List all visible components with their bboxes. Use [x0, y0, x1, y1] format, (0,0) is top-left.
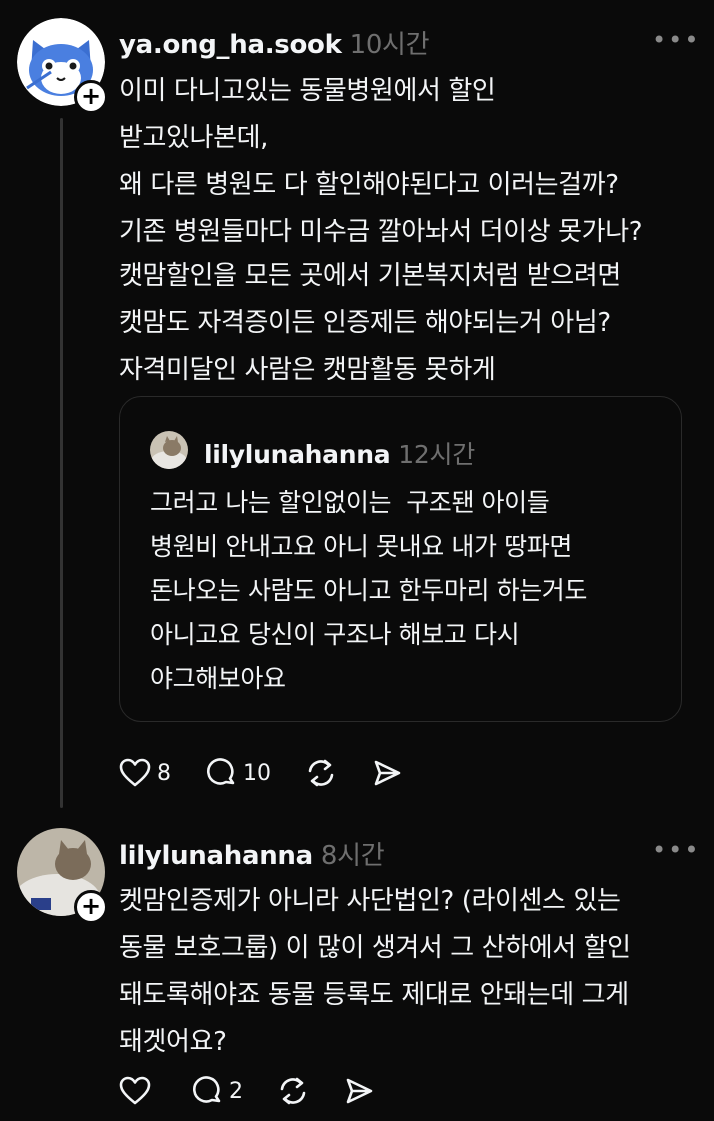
quote-username[interactable]: lilylunahanna 12시간: [204, 435, 475, 471]
quote-text: 그러고 나는 할인없이는 구조됀 아이들 병원비 안내고요 아니 못내요 내가 …: [150, 488, 587, 693]
post-username[interactable]: lilylunahanna 8시간: [119, 835, 385, 872]
heart-icon: [119, 758, 151, 787]
share-button[interactable]: [371, 757, 403, 789]
post-text: 이미 다니고있는 동물병원에서 할인 받고있나본데, 왜 다른 병원도 다 할인…: [119, 76, 643, 247]
follow-plus-icon[interactable]: +: [74, 80, 108, 114]
like-count: 8: [157, 760, 171, 786]
repost-button[interactable]: [305, 757, 337, 789]
repost-icon: [308, 759, 334, 787]
post-1: + ya.ong_ha.sook 10시간 ••• 이미 다니고있는 동물병원에서…: [0, 0, 714, 830]
username-text[interactable]: ya.ong_ha.sook: [119, 30, 342, 60]
comment-icon: [207, 758, 235, 785]
repost-button[interactable]: [277, 1075, 309, 1107]
thread-connector: [60, 118, 63, 808]
like-button[interactable]: 8: [119, 758, 171, 788]
post-time: 8시간: [320, 841, 385, 871]
post-actions: 2: [119, 1075, 409, 1107]
quote-username-text[interactable]: lilylunahanna: [204, 440, 391, 469]
post-text: 켓맘인증제가 아니라 사단법인? (라이센스 있는 동물 보호그룹) 이 많이 …: [119, 886, 631, 1057]
post-text-2: 캣맘할인을 모든 곳에서 기본복지처럼 받으려면 캣맘도 자격증이든 인증제든 …: [119, 261, 621, 385]
thread-view: + ya.ong_ha.sook 10시간 ••• 이미 다니고있는 동물병원에서…: [0, 0, 714, 1121]
cat-photo-icon: [150, 431, 188, 469]
quote-time: 12시간: [398, 440, 475, 469]
quoted-post[interactable]: lilylunahanna 12시간 그러고 나는 할인없이는 구조됀 아이들 병…: [119, 396, 682, 722]
username-text[interactable]: lilylunahanna: [119, 841, 313, 871]
post-time: 10시간: [349, 30, 430, 60]
post-2: + lilylunahanna 8시간 ••• 켓맘인증제가 아니라 사단법인? …: [0, 828, 714, 1121]
post-actions: 8 10: [119, 757, 437, 789]
share-icon: [346, 1078, 373, 1104]
reply-button[interactable]: 10: [205, 757, 271, 789]
like-button[interactable]: [119, 1076, 157, 1106]
repost-icon: [280, 1077, 306, 1105]
reply-count: 10: [243, 760, 271, 786]
share-icon: [374, 760, 401, 786]
reply-count: 2: [229, 1078, 243, 1104]
post-username[interactable]: ya.ong_ha.sook 10시간: [119, 24, 430, 61]
more-icon[interactable]: •••: [652, 26, 700, 54]
comment-icon: [193, 1076, 221, 1103]
more-icon[interactable]: •••: [652, 836, 700, 864]
quote-avatar[interactable]: [150, 431, 188, 469]
reply-button[interactable]: 2: [191, 1075, 243, 1107]
heart-icon: [119, 1076, 151, 1105]
follow-plus-icon[interactable]: +: [74, 890, 108, 924]
share-button[interactable]: [343, 1075, 375, 1107]
